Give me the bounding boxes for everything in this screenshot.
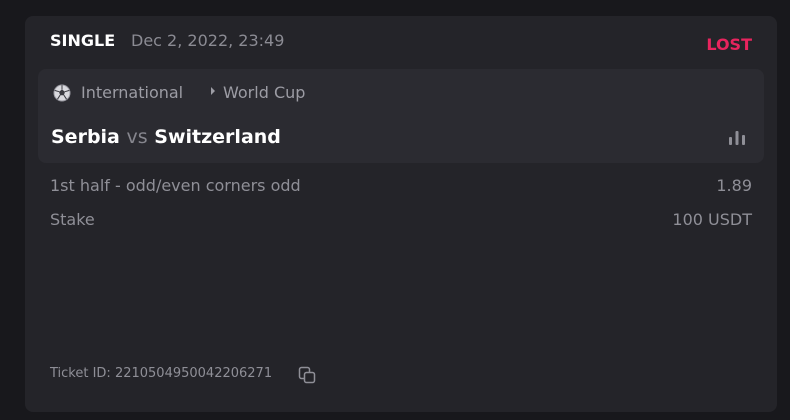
bet-date: Dec 2, 2022, 23:49 (131, 31, 285, 50)
stake-row: Stake 100 USDT (50, 208, 752, 232)
status-badge: LOST (706, 35, 752, 54)
market-label: 1st half - odd/even corners odd (50, 176, 301, 195)
home-team: Serbia (51, 126, 120, 148)
event-box: International World Cup Serbia vs Switze… (38, 69, 764, 163)
stake-value: 100 USDT (672, 210, 752, 229)
copy-icon[interactable] (298, 366, 316, 384)
soccer-ball-icon (53, 84, 71, 102)
breadcrumb-separator-icon (211, 87, 215, 95)
breadcrumb-tournament[interactable]: World Cup (223, 83, 305, 102)
stake-label: Stake (50, 210, 95, 229)
bet-card: SINGLE Dec 2, 2022, 23:49 LOST Internati… (25, 16, 777, 412)
breadcrumb-category[interactable]: International (81, 83, 183, 102)
bet-type-label: SINGLE (50, 31, 116, 50)
bar-chart-icon[interactable] (728, 129, 746, 145)
odds-value: 1.89 (716, 176, 752, 195)
away-team: Switzerland (154, 126, 281, 148)
vs-label: vs (126, 126, 148, 148)
bet-header: SINGLE Dec 2, 2022, 23:49 LOST (50, 28, 752, 56)
match-title[interactable]: Serbia vs Switzerland (51, 126, 281, 148)
selection-row: 1st half - odd/even corners odd 1.89 (50, 174, 752, 198)
ticket-id: Ticket ID: 2210504950042206271 (50, 366, 273, 381)
